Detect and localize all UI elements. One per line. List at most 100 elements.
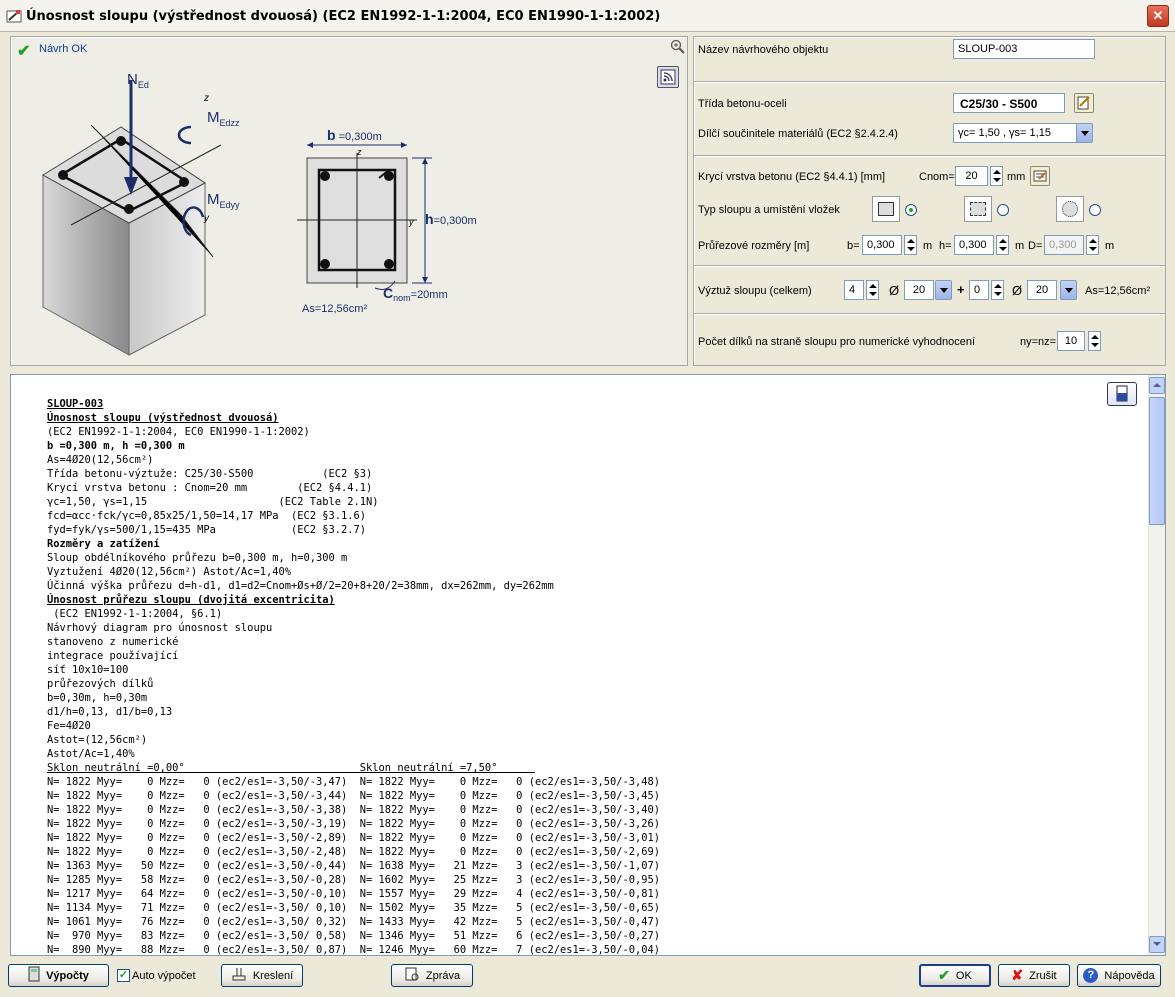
report-line: γc=1,50, γs=1,15 (EC2 Table 2.1N)	[47, 496, 379, 508]
nynz-input[interactable]: 10	[1057, 331, 1085, 351]
report-line: N= 1134 Myy= 71 Mzz= 0 (ec2/es1=-3,50/ 0…	[47, 902, 661, 914]
nynz-stepper[interactable]	[1088, 331, 1101, 351]
report-line: Krycí vrstva betonu : Cnom=20 mm (EC2 §4…	[47, 482, 373, 494]
report-line: N= 1217 Myy= 64 Mzz= 0 (ec2/es1=-3,50/-0…	[47, 888, 661, 900]
circular-column-radio[interactable]	[1089, 204, 1101, 216]
report-button[interactable]: Zpráva	[391, 964, 473, 987]
report-view[interactable]: SLOUP-003 Únosnost sloupu (výstřednost dv…	[10, 374, 1166, 956]
help-icon: ?	[1083, 968, 1099, 983]
report-line: Únosnost průřezu sloupu (dvojitá excentr…	[47, 594, 335, 606]
rebar-count-1-stepper[interactable]	[866, 280, 879, 300]
divisions-label: Počet dílků na straně sloupu pro numeric…	[698, 336, 975, 348]
ok-button[interactable]: ✔ OK	[919, 964, 991, 987]
rebar-count-1[interactable]: 4	[844, 280, 864, 300]
d-input[interactable]: 0,300	[1044, 235, 1084, 255]
rect-distributed-type-icon[interactable]	[964, 196, 992, 222]
as-area-label: As=12,56cm²	[302, 303, 368, 315]
rss-export-icon[interactable]	[657, 66, 679, 88]
axis-y-3d: y	[204, 213, 209, 224]
report-line: síť 10x10=100	[47, 664, 129, 676]
zoom-icon[interactable]	[670, 39, 686, 55]
report-line: N= 1822 Myy= 0 Mzz= 0 (ec2/es1=-3,50/-2,…	[47, 846, 661, 858]
report-line: Vyztužení 4Ø20(12,56cm²) Astot/Ac=1,40%	[47, 566, 291, 578]
report-line: SLOUP-003	[47, 398, 104, 410]
b-input[interactable]: 0,300	[862, 235, 902, 255]
b-stepper[interactable]	[904, 235, 917, 255]
ned-label: NEd	[127, 71, 149, 90]
cnom-stepper[interactable]	[990, 166, 1003, 186]
cnom-dim-label: Cnom=20mm	[383, 285, 448, 304]
report-line: b =0,300 m, h =0,300 m	[47, 440, 185, 452]
calculator-icon	[28, 966, 40, 985]
b-label: b=	[847, 240, 860, 252]
rect-column-type-icon[interactable]	[872, 196, 900, 222]
vertical-scrollbar[interactable]	[1148, 375, 1165, 955]
h-input[interactable]: 0,300	[954, 235, 994, 255]
report-line: Sloup obdélníkového průřezu b=0,300 m, h…	[47, 552, 348, 564]
report-line: integrace používající	[47, 650, 179, 662]
dims-label: Průřezové rozměry [m]	[698, 240, 810, 252]
report-line: Astot=(12,56cm²)	[47, 734, 148, 746]
object-name-input[interactable]: SLOUP-003	[953, 39, 1095, 59]
axis-z-section: z	[357, 147, 362, 157]
cnom-input[interactable]: 20	[955, 166, 988, 186]
draw-button[interactable]: Kreslení	[221, 964, 303, 987]
help-button[interactable]: ? Nápověda	[1077, 964, 1161, 987]
factors-dropdown-icon[interactable]	[1076, 123, 1093, 143]
separator	[694, 265, 1165, 267]
separator	[694, 155, 1165, 157]
scroll-down-icon[interactable]	[1149, 936, 1165, 953]
report-line: Astot/Ac=1,40%	[47, 748, 135, 760]
report-line: (EC2 EN1992-1-1:2004, EC0 EN1990-1-1:200…	[47, 426, 310, 438]
rebar-count-2-stepper[interactable]	[991, 280, 1004, 300]
ok-check-icon: ✔	[17, 43, 31, 60]
report-line: N= 1822 Myy= 0 Mzz= 0 (ec2/es1=-3,50/-3,…	[47, 818, 661, 830]
plus-sign: +	[957, 282, 965, 297]
bottom-toolbar: Výpočty ✓ Auto výpočet Kreslení Zpráva ✔…	[0, 960, 1175, 997]
class-field[interactable]: C25/30 - S500	[953, 93, 1065, 113]
report-line: N= 1822 Myy= 0 Mzz= 0 (ec2/es1=-3,50/-2,…	[47, 832, 661, 844]
report-line: (EC2 EN1992-1-1:2004, §6.1)	[47, 608, 223, 620]
scroll-thumb[interactable]	[1149, 397, 1165, 525]
print-report-button[interactable]	[1107, 382, 1137, 406]
report-line: Třída betonu-výztuže: C25/30-S500 (EC2 §…	[47, 468, 373, 480]
report-line: N= 1822 Myy= 0 Mzz= 0 (ec2/es1=-3,50/-3,…	[47, 804, 661, 816]
report-line: N= 890 Myy= 88 Mzz= 0 (ec2/es1=-3,50/ 0,…	[47, 944, 661, 956]
rebar-count-2[interactable]: 0	[969, 280, 989, 300]
b-dim-label: b =0,300m	[327, 127, 382, 143]
title-bar: Únosnost sloupu (výstřednost dvouosá) (E…	[0, 0, 1175, 32]
rebar-diameter-1-dropdown[interactable]	[935, 280, 952, 300]
d-label: D=	[1028, 240, 1043, 252]
report-line: N= 1822 Myy= 0 Mzz= 0 (ec2/es1=-3,50/-3,…	[47, 776, 661, 788]
d-unit: m	[1105, 240, 1115, 252]
drawing-icon	[231, 966, 247, 985]
d-stepper[interactable]	[1086, 235, 1099, 255]
calc-button[interactable]: Výpočty	[8, 964, 109, 987]
rect-column-radio[interactable]	[905, 204, 917, 216]
cancel-button[interactable]: ✘ Zrušit	[998, 964, 1070, 987]
close-button[interactable]: ✕	[1147, 5, 1169, 27]
h-label: h=	[939, 240, 952, 252]
object-name-label: Název návrhového objektu	[698, 44, 829, 56]
report-line: stanoveno z numerické	[47, 636, 179, 648]
rect-distributed-radio[interactable]	[997, 204, 1009, 216]
cover-table-icon[interactable]	[1030, 166, 1050, 186]
rebar-diameter-2[interactable]: 20	[1027, 280, 1057, 300]
axis-z-3d: z	[204, 93, 209, 104]
auto-calc-checkbox[interactable]: ✓	[117, 969, 130, 982]
rebar-diameter-1[interactable]: 20	[904, 280, 934, 300]
medzz-label: MEdzz	[207, 109, 240, 128]
report-line: Účinná výška průřezu d=h-d1, d1=d2=Cnom+…	[47, 580, 554, 592]
rebar-diameter-2-dropdown[interactable]	[1060, 280, 1077, 300]
report-line: N= 1285 Myy= 58 Mzz= 0 (ec2/es1=-3,50/-0…	[47, 874, 661, 886]
class-edit-icon[interactable]	[1074, 93, 1094, 113]
check-icon: ✔	[938, 967, 950, 983]
axis-y-section: y	[409, 217, 414, 227]
app-icon	[6, 10, 22, 23]
factors-select[interactable]: γc= 1,50 , γs= 1,15	[953, 123, 1077, 143]
report-text: SLOUP-003 Únosnost sloupu (výstřednost dv…	[47, 397, 661, 956]
h-stepper[interactable]	[996, 235, 1009, 255]
scroll-up-icon[interactable]	[1149, 377, 1165, 394]
circular-column-type-icon[interactable]	[1056, 196, 1084, 222]
report-line: průřezových dílků	[47, 678, 154, 690]
